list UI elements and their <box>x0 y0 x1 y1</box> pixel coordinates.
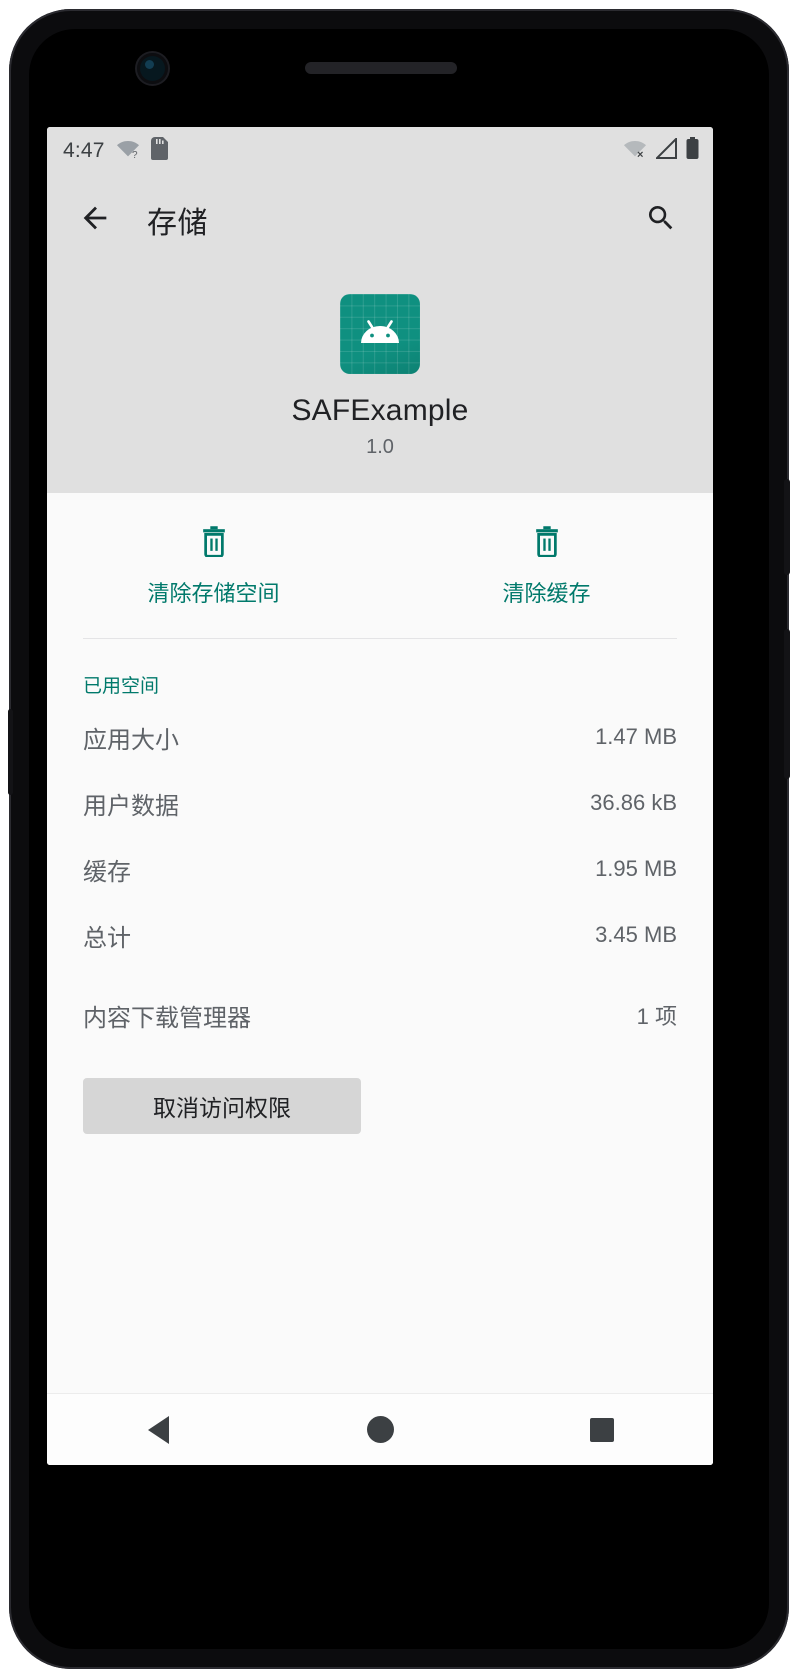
clear-cache-label: 清除缓存 <box>502 581 591 606</box>
svg-text:×: × <box>637 149 643 159</box>
row-label: 缓存 <box>83 858 131 886</box>
table-row[interactable]: 缓存 1.95 MB <box>47 836 713 902</box>
phone-screen: 4:47 ? × 存储 SAFExample 1.0 清除存储空间 清除缓存 已… <box>47 127 713 1465</box>
row-value: 3.45 MB <box>595 922 677 947</box>
row-label: 内容下载管理器 <box>83 1004 251 1032</box>
front-camera <box>137 53 168 84</box>
clear-storage-button[interactable]: 清除存储空间 <box>47 525 380 608</box>
row-label: 总计 <box>83 924 131 952</box>
table-row[interactable]: 总计 3.45 MB <box>47 902 713 968</box>
row-value: 1 项 <box>636 1004 677 1029</box>
row-spacer <box>47 968 713 982</box>
row-label: 应用大小 <box>83 726 179 754</box>
row-label: 用户数据 <box>83 792 179 820</box>
row-value: 36.86 kB <box>590 790 677 815</box>
sd-card-icon <box>150 136 168 165</box>
content-filler <box>47 1134 713 1393</box>
nav-recents-icon <box>590 1417 614 1442</box>
used-space-section-title: 已用空间 <box>83 676 160 697</box>
volume-button[interactable] <box>784 629 790 779</box>
nav-home-icon <box>366 1416 394 1443</box>
table-row[interactable]: 应用大小 1.47 MB <box>47 704 713 770</box>
action-buttons-row: 清除存储空间 清除缓存 <box>47 493 713 638</box>
earpiece-speaker <box>305 62 457 74</box>
table-row[interactable]: 用户数据 36.86 kB <box>47 770 713 836</box>
android-app-icon <box>340 294 420 374</box>
cellular-signal-icon <box>654 136 678 164</box>
revoke-button-wrapper: 取消访问权限 <box>47 1048 713 1134</box>
status-bar-left: 4:47 ? <box>63 136 168 165</box>
trash-icon <box>532 525 562 562</box>
status-bar: 4:47 ? × <box>47 127 713 174</box>
app-name: SAFExample <box>291 394 469 427</box>
left-side-button[interactable] <box>8 709 13 795</box>
app-bar: 存储 <box>47 174 713 266</box>
nav-home-button[interactable] <box>269 1394 491 1465</box>
storage-rows: 应用大小 1.47 MB 用户数据 36.86 kB 缓存 1.95 MB 总计… <box>47 704 713 1048</box>
trash-icon <box>199 525 229 562</box>
wifi-no-internet-icon: ? <box>116 137 140 164</box>
battery-icon <box>686 136 699 165</box>
content-download-manager-row[interactable]: 内容下载管理器 1 项 <box>47 982 713 1048</box>
row-value: 1.47 MB <box>595 724 677 749</box>
clear-cache-button[interactable]: 清除缓存 <box>380 525 713 608</box>
status-clock: 4:47 <box>63 138 105 162</box>
clear-storage-label: 清除存储空间 <box>147 581 280 606</box>
svg-text:?: ? <box>132 150 138 159</box>
arrow-back-icon <box>78 201 112 240</box>
app-header: SAFExample 1.0 <box>47 266 713 493</box>
back-button[interactable] <box>69 194 121 246</box>
screenshot-stage: 4:47 ? × 存储 SAFExample 1.0 清除存储空间 清除缓存 已… <box>0 0 798 1678</box>
row-value: 1.95 MB <box>595 856 677 881</box>
power-button[interactable] <box>784 479 790 575</box>
phone-chassis: 4:47 ? × 存储 SAFExample 1.0 清除存储空间 清除缓存 已… <box>8 9 790 1669</box>
nav-recents-button[interactable] <box>491 1394 713 1465</box>
wifi-off-icon: × <box>622 137 648 164</box>
search-button[interactable] <box>635 194 687 246</box>
nav-back-button[interactable] <box>47 1394 269 1465</box>
nav-back-icon <box>147 1415 169 1444</box>
search-icon <box>645 202 677 239</box>
revoke-access-button[interactable]: 取消访问权限 <box>83 1078 361 1134</box>
navigation-bar <box>47 1393 713 1465</box>
content-sheet: 清除存储空间 清除缓存 已用空间 应用大小 1.47 MB 用户数据 36.86… <box>47 493 713 1465</box>
status-bar-right: × <box>622 136 699 165</box>
app-version: 1.0 <box>366 436 394 458</box>
page-title: 存储 <box>147 207 208 240</box>
